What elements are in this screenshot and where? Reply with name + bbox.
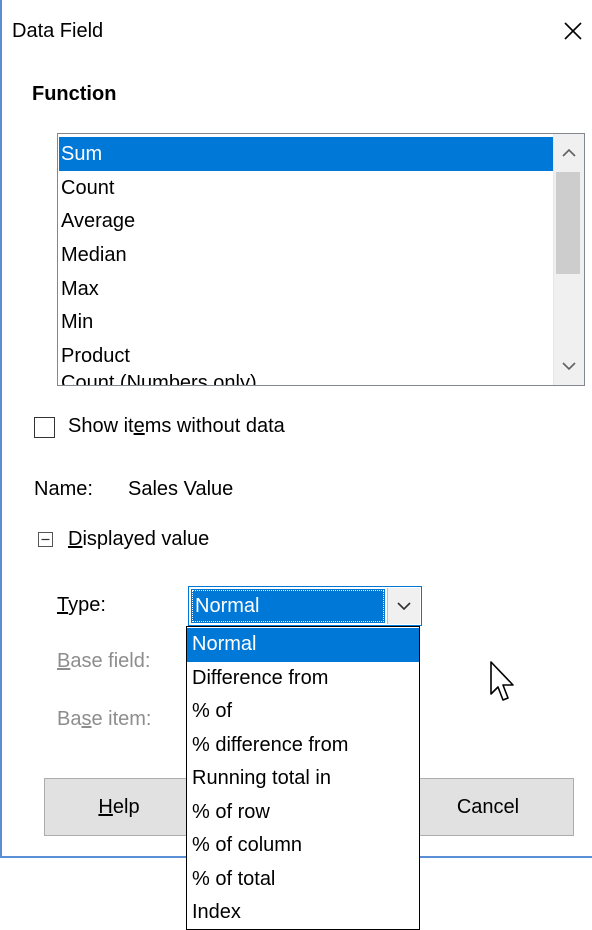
scroll-up-icon[interactable]: [554, 136, 584, 170]
function-item-min[interactable]: Min: [61, 305, 93, 339]
window-title: Data Field: [12, 20, 104, 42]
chevron-down-icon: [397, 602, 411, 611]
close-icon[interactable]: [558, 16, 588, 46]
type-option-running-total-in[interactable]: Running total in: [187, 762, 419, 796]
function-item-average[interactable]: Average: [61, 204, 135, 238]
function-item-median[interactable]: Median: [61, 238, 127, 272]
name-value: Sales Value: [128, 478, 234, 500]
show-items-checkbox[interactable]: [34, 417, 55, 438]
scrollbar-thumb[interactable]: [556, 172, 580, 274]
base-item-label: Base item:: [57, 708, 152, 730]
type-option-index[interactable]: Index: [187, 896, 419, 929]
show-items-label[interactable]: Show items without data: [68, 415, 285, 438]
collapse-icon[interactable]: [38, 532, 53, 547]
type-option-percent-of-row[interactable]: % of row: [187, 796, 419, 830]
type-dropdown-button[interactable]: [387, 588, 420, 624]
function-listbox[interactable]: Sum Count Average Median Max Min Product…: [57, 133, 585, 386]
type-dropdown-list[interactable]: Normal Difference from % of % difference…: [186, 626, 420, 930]
function-item-sum[interactable]: Sum: [59, 137, 555, 171]
type-option-normal[interactable]: Normal: [187, 628, 419, 662]
function-item-count-numbers[interactable]: Count (Numbers only): [61, 366, 257, 385]
name-label: Name:: [34, 478, 93, 500]
function-item-max[interactable]: Max: [61, 272, 99, 306]
type-combobox[interactable]: Normal: [188, 586, 422, 626]
type-option-percent-of-column[interactable]: % of column: [187, 829, 419, 863]
displayed-value-label[interactable]: Displayed value: [68, 528, 209, 551]
cancel-button[interactable]: Cancel: [402, 778, 574, 836]
base-field-label: Base field:: [57, 650, 151, 672]
type-combobox-value: Normal: [191, 589, 385, 623]
type-option-percent-difference-from[interactable]: % difference from: [187, 729, 419, 763]
type-label: Type:: [57, 594, 106, 616]
type-option-percent-of-total[interactable]: % of total: [187, 863, 419, 897]
function-list-scrollbar[interactable]: [553, 134, 584, 385]
type-option-difference-from[interactable]: Difference from: [187, 662, 419, 696]
help-button[interactable]: Help: [44, 778, 194, 836]
type-option-percent-of[interactable]: % of: [187, 695, 419, 729]
function-heading: Function: [32, 83, 117, 105]
function-item-count[interactable]: Count: [61, 171, 114, 205]
scroll-down-icon[interactable]: [554, 349, 584, 383]
mouse-pointer-icon: [490, 661, 514, 701]
